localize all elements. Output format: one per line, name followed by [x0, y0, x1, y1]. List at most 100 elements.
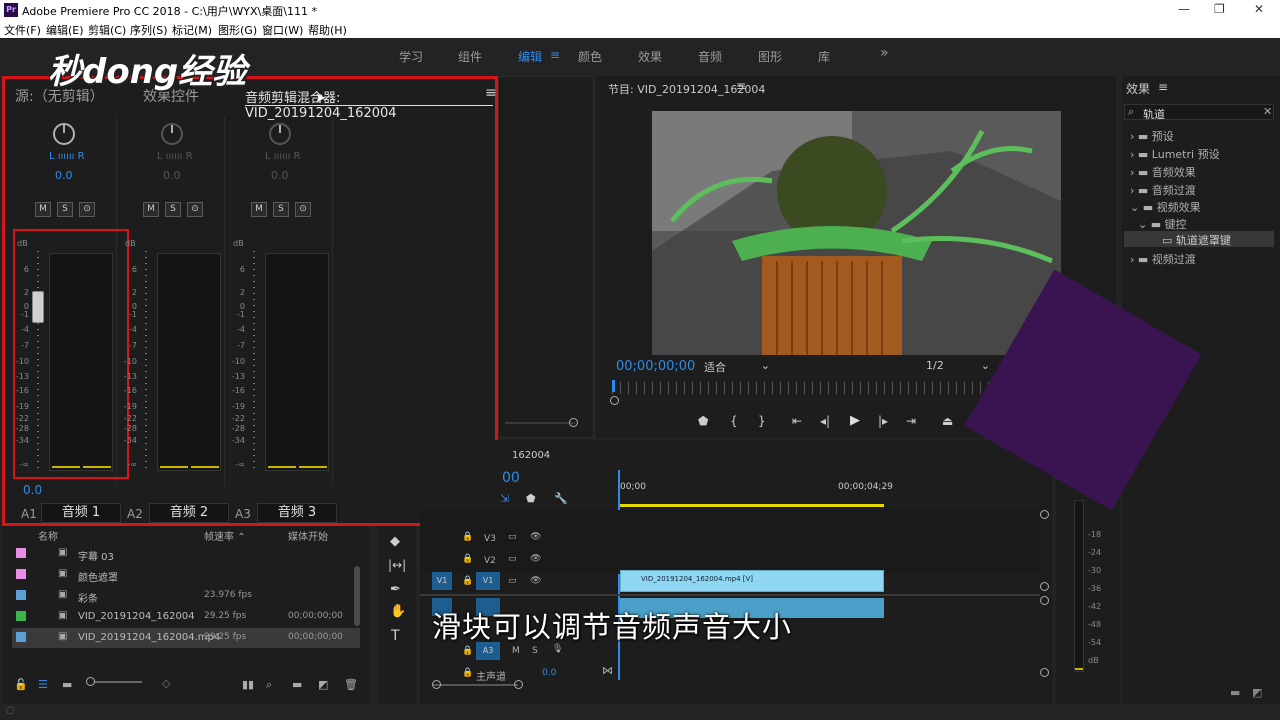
video-clip[interactable]: VID_20191204_162004.mp4 [V] — [620, 570, 884, 592]
sync-lock-icon[interactable]: ▭ — [508, 576, 517, 586]
menu-marker[interactable]: 标记(M) — [172, 22, 212, 38]
step-back-icon[interactable]: ◂| — [820, 414, 830, 428]
mute-a3[interactable]: M — [512, 646, 520, 656]
wrench-icon[interactable]: 🔧 — [554, 492, 568, 505]
source-scroll[interactable] — [505, 422, 575, 424]
slip-tool-icon[interactable]: |↔| — [388, 558, 406, 572]
menu-file[interactable]: 文件(F) — [4, 22, 41, 38]
new-item-icon[interactable]: ◩ — [318, 678, 328, 691]
menu-sequence[interactable]: 序列(S) — [130, 22, 168, 38]
project-row[interactable]: ▣ 彩条 23.976 fps — [12, 586, 360, 606]
quality-dropdown[interactable]: 1/2 ⌄ — [926, 359, 990, 372]
add-marker-icon[interactable]: ⬟ — [698, 414, 708, 428]
timeline-h-scroll[interactable] — [432, 684, 518, 686]
snap-icon[interactable]: ⇲ — [500, 492, 509, 505]
solo-button[interactable]: S — [273, 202, 289, 217]
solo-a3[interactable]: S — [532, 646, 538, 656]
type-tool-icon[interactable]: T — [391, 628, 400, 644]
pan-knob-icon[interactable] — [53, 123, 75, 145]
eye-icon[interactable]: 👁 — [530, 532, 541, 542]
automate-icon[interactable]: ▮▮ — [242, 678, 254, 691]
ws-audio[interactable]: 音频 — [698, 48, 722, 65]
pan-value[interactable]: 0.0 — [163, 169, 181, 182]
fx-video-transitions[interactable]: › ▬ 视频过渡 — [1130, 251, 1196, 267]
mute-button[interactable]: M — [35, 202, 51, 217]
program-timecode[interactable]: 00;00;00;00 — [616, 359, 695, 374]
go-to-end-icon[interactable]: ⋈ — [602, 664, 613, 677]
record-button[interactable]: ⊙ — [187, 202, 203, 217]
ws-graphics[interactable]: 图形 — [758, 48, 782, 65]
pan-value[interactable]: 0.0 — [55, 169, 73, 182]
sort-icon[interactable]: ◇ — [162, 677, 170, 690]
fader-rail[interactable] — [145, 251, 147, 473]
tab-audio-clip-mixer[interactable]: 音频剪辑混合器: VID_20191204_162004 — [245, 87, 495, 121]
label-color-swatch[interactable] — [16, 548, 26, 558]
menu-clip[interactable]: 剪辑(C) — [88, 22, 126, 38]
pen-tool-icon[interactable]: ✒ — [390, 582, 401, 597]
panel-menu-icon[interactable]: ≡ — [485, 85, 497, 101]
zoom-slider[interactable] — [88, 681, 142, 683]
channel-name-a1[interactable]: 音频 1 — [41, 503, 121, 523]
sync-lock-icon[interactable]: ▭ — [508, 532, 517, 542]
step-forward-icon[interactable]: |▸ — [878, 414, 888, 428]
pan-value[interactable]: 0.0 — [271, 169, 289, 182]
fader-rail[interactable] — [37, 251, 39, 473]
ws-assembly[interactable]: 组件 — [458, 48, 482, 65]
lock-icon[interactable]: 🔒 — [462, 576, 473, 586]
menu-help[interactable]: 帮助(H) — [308, 22, 347, 38]
effects-search-input[interactable]: ⌕ 轨道 ✕ — [1124, 104, 1274, 121]
fx-audio-effects[interactable]: › ▬ 音频效果 — [1130, 164, 1196, 180]
lock-icon[interactable]: 🔓 — [14, 678, 28, 691]
volume-value[interactable]: 0.0 — [23, 483, 42, 497]
ws-menu-icon[interactable]: ≡ — [550, 48, 560, 62]
label-color-swatch[interactable] — [16, 569, 26, 579]
play-icon[interactable]: ▶ — [850, 413, 860, 428]
close-icon[interactable]: ✕ — [1254, 2, 1264, 16]
menu-window[interactable]: 窗口(W) — [262, 22, 303, 38]
v-scroll-handle-icon[interactable] — [1040, 582, 1049, 591]
project-row[interactable]: ▣ VID_20191204_162004.mp4 29.25 fps 00;00;0… — [12, 628, 360, 648]
new-item-icon[interactable]: ◩ — [1252, 686, 1262, 699]
project-row[interactable]: ▣ VID_20191204_162004 29.25 fps 00;00;00;00 — [12, 607, 360, 627]
menu-graphics[interactable]: 图形(G) — [218, 22, 257, 38]
add-marker-icon[interactable]: ⬟ — [526, 492, 536, 505]
eye-icon[interactable]: 👁 — [530, 576, 541, 586]
fx-video-effects[interactable]: ⌄ ▬ 视频效果 — [1130, 199, 1201, 215]
fx-presets[interactable]: › ▬ 预设 — [1130, 128, 1174, 144]
fx-keying[interactable]: ⌄ ▬ 键控 — [1138, 216, 1187, 232]
v-scroll-handle-icon[interactable] — [1040, 510, 1049, 519]
timeline-timecode[interactable]: 00 — [502, 470, 520, 486]
v-scroll-handle-icon[interactable] — [1040, 668, 1049, 677]
label-color-swatch[interactable] — [16, 632, 26, 642]
fader-rail[interactable] — [253, 251, 255, 473]
mute-button[interactable]: M — [251, 202, 267, 217]
go-to-out-icon[interactable]: ⇥ — [906, 414, 916, 428]
go-to-in-icon[interactable]: ⇤ — [792, 414, 802, 428]
master-value[interactable]: 0.0 — [542, 668, 556, 678]
project-row[interactable]: ▣ 颜色遮罩 — [12, 565, 360, 585]
source-zoom-handle-icon[interactable] — [569, 418, 578, 427]
col-fps[interactable]: 帧速率 ⌃ — [204, 528, 246, 543]
fx-audio-transitions[interactable]: › ▬ 音频过渡 — [1130, 182, 1196, 198]
fx-track-matte-key-row[interactable]: ▭ 轨道遮罩键 — [1124, 231, 1274, 247]
program-menu-icon[interactable]: ≡ — [736, 79, 746, 93]
effects-menu-icon[interactable]: ≡ — [1158, 80, 1168, 94]
program-video-frame[interactable] — [652, 111, 1061, 355]
zoom-handle-icon[interactable] — [610, 396, 619, 405]
timeline-tab[interactable]: 162004 — [512, 450, 550, 461]
playhead[interactable] — [612, 380, 615, 392]
scroll-handle-right-icon[interactable] — [514, 680, 523, 689]
mute-button[interactable]: M — [143, 202, 159, 217]
scroll-handle-left-icon[interactable] — [432, 680, 441, 689]
fx-lumetri-presets[interactable]: › ▬ Lumetri 预设 — [1130, 146, 1220, 162]
source-patch-v1[interactable]: V1 — [432, 572, 452, 590]
minimize-icon[interactable]: — — [1178, 2, 1190, 16]
lift-icon[interactable]: ⏏ — [942, 414, 953, 428]
razor-tool-icon[interactable]: ◆ — [390, 534, 400, 549]
project-row[interactable]: ▣ 字幕 03 — [12, 544, 360, 564]
trash-icon[interactable]: 🗑 — [344, 678, 358, 691]
zoom-slider-handle[interactable] — [86, 677, 95, 686]
record-button[interactable]: ⊙ — [295, 202, 311, 217]
pan-knob-icon[interactable] — [161, 123, 183, 145]
fit-dropdown[interactable]: 适合 ⌄ — [704, 359, 770, 375]
